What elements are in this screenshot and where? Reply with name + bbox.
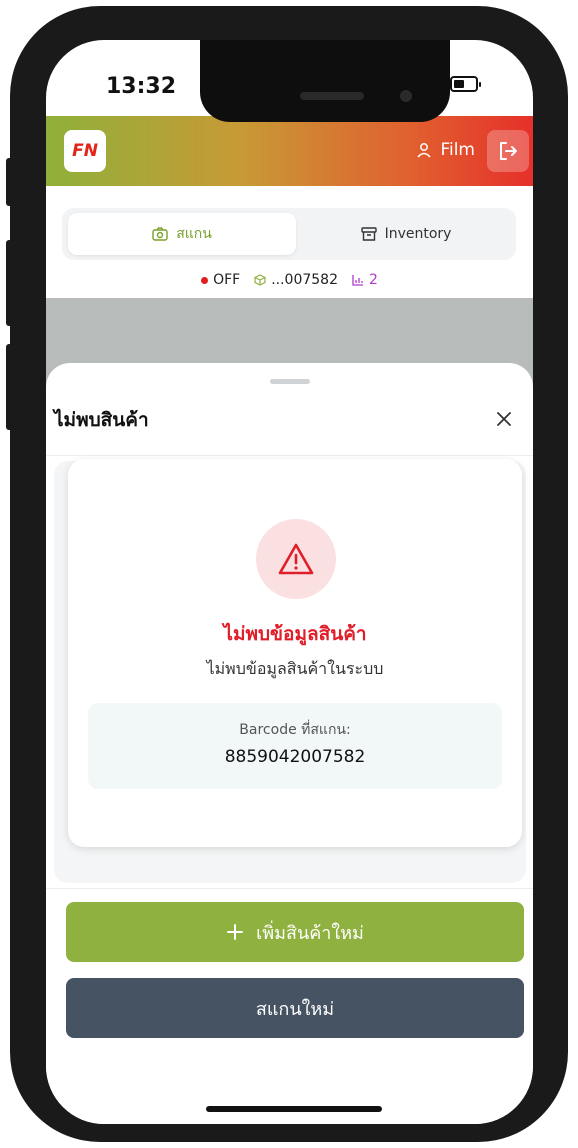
archive-icon <box>360 227 377 241</box>
connection-status: OFF <box>201 272 240 288</box>
scan-count-status: 2 <box>352 272 378 288</box>
tab-inventory[interactable]: Inventory <box>300 213 512 255</box>
sheet-divider <box>46 455 533 456</box>
connection-text: OFF <box>213 272 241 288</box>
notch <box>200 40 450 122</box>
home-indicator <box>206 1106 382 1112</box>
plus-icon <box>227 924 244 940</box>
add-product-button[interactable]: เพิ่มสินค้าใหม่ <box>66 902 524 962</box>
speaker <box>300 92 364 100</box>
logout-icon <box>500 142 517 160</box>
not-found-sheet: ไม่พบสินค้า ไม่พบข้อมูลสินค้า ไม่พบข้อมู… <box>46 363 533 1124</box>
error-message: ไม่พบข้อมูลสินค้าในระบบ <box>206 659 384 678</box>
volume-up-button <box>6 240 14 326</box>
tab-scan[interactable]: สแกน <box>68 213 296 255</box>
barcode-value: 8859042007582 <box>224 747 366 767</box>
screen: 13:32 FN Film สแกน Inventory OFF ...0075… <box>46 40 533 1124</box>
rescan-label: สแกนใหม่ <box>255 998 335 1020</box>
barcode-box: Barcode ที่สแกน: 8859042007582 <box>88 703 502 789</box>
warning-badge <box>256 519 336 599</box>
footer-divider <box>46 888 533 889</box>
view-tabs: สแกน Inventory <box>62 208 516 260</box>
tab-scan-label: สแกน <box>176 226 212 242</box>
logout-button[interactable] <box>487 130 529 172</box>
add-product-label: เพิ่มสินค้าใหม่ <box>256 922 364 944</box>
offline-dot-icon <box>201 276 209 284</box>
app-logo: FN <box>64 130 106 172</box>
user-menu[interactable]: Film <box>416 140 475 160</box>
app-header: FN Film <box>46 116 533 186</box>
rescan-button[interactable]: สแกนใหม่ <box>66 978 524 1038</box>
user-name: Film <box>440 140 475 160</box>
tab-inventory-label: Inventory <box>384 226 452 242</box>
sheet-drag-handle[interactable] <box>270 379 310 384</box>
status-time: 13:32 <box>106 74 177 99</box>
scan-count: 2 <box>369 272 378 288</box>
close-icon <box>497 412 511 426</box>
error-title: ไม่พบข้อมูลสินค้า <box>223 623 367 645</box>
warning-icon <box>278 543 314 575</box>
mute-switch <box>6 158 14 206</box>
device-status: ...007582 <box>254 272 338 288</box>
cube-icon <box>254 274 266 286</box>
not-found-card: ไม่พบข้อมูลสินค้า ไม่พบข้อมูลสินค้าในระบ… <box>68 459 522 847</box>
device-id: ...007582 <box>271 272 338 288</box>
camera-icon <box>152 227 168 241</box>
volume-down-button <box>6 344 14 430</box>
battery-icon <box>450 76 481 92</box>
close-button[interactable] <box>490 405 518 433</box>
user-icon <box>417 143 432 158</box>
barcode-label: Barcode ที่สแกน: <box>239 722 351 738</box>
sheet-title: ไม่พบสินค้า <box>54 409 149 431</box>
front-camera <box>400 90 412 102</box>
scanner-status-row: OFF ...007582 2 <box>46 268 533 292</box>
bar-chart-icon <box>352 275 363 286</box>
